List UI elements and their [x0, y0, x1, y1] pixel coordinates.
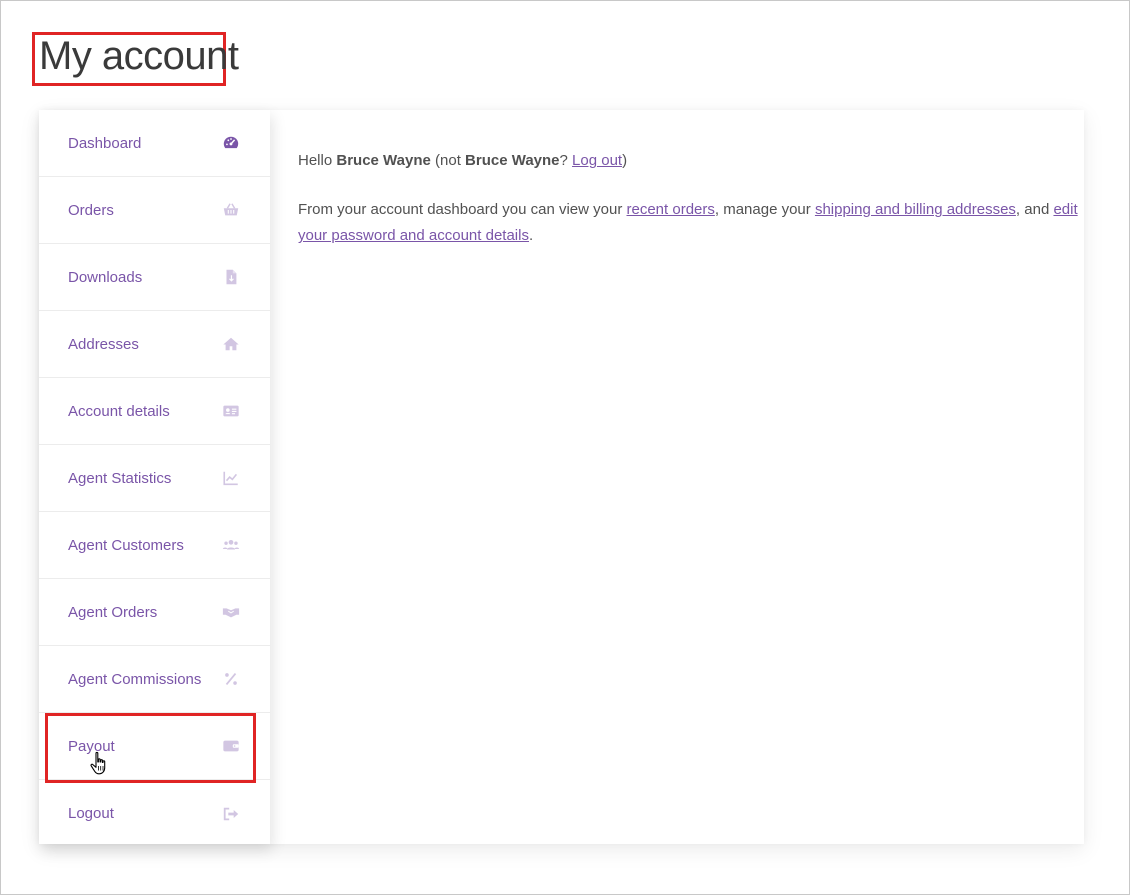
nav-item-label: Agent Commissions	[68, 670, 202, 688]
users-icon	[221, 535, 241, 555]
nav-item-label: Account details	[68, 402, 170, 420]
description-text: .	[528, 227, 534, 244]
nav-item-label: Dashboard	[68, 134, 142, 152]
description-text: , manage your	[714, 201, 815, 218]
close-paren: )	[622, 152, 628, 169]
basket-icon	[221, 200, 241, 220]
user-name: Bruce Wayne	[336, 152, 431, 169]
page-title: My account	[39, 34, 239, 78]
sign-out-icon	[221, 804, 241, 824]
hand-pointer-cursor-icon	[89, 751, 111, 777]
recent-orders-link[interactable]: recent orders	[627, 201, 715, 218]
nav-item-agent-statistics[interactable]: Agent Statistics	[39, 445, 270, 512]
nav-item-label: Addresses	[68, 335, 139, 353]
description-text: , and	[1015, 201, 1054, 218]
nav-item-orders[interactable]: Orders	[39, 177, 270, 244]
nav-item-addresses[interactable]: Addresses	[39, 311, 270, 378]
logout-link[interactable]: Log out	[572, 152, 622, 169]
nav-item-logout[interactable]: Logout	[39, 780, 270, 847]
payout-highlight-box	[45, 713, 256, 783]
nav-item-agent-commissions[interactable]: Agent Commissions	[39, 646, 270, 713]
greeting-prefix: Hello	[298, 152, 337, 169]
nav-item-agent-customers[interactable]: Agent Customers	[39, 512, 270, 579]
question-mark: ?	[559, 152, 573, 169]
nav-item-label: Orders	[68, 201, 114, 219]
greeting-text: Hello Bruce Wayne (not Bruce Wayne? Log …	[298, 148, 1078, 174]
not-user-name: Bruce Wayne	[465, 152, 560, 169]
description-text: From your account dashboard you can view…	[298, 201, 627, 218]
nav-item-account-details[interactable]: Account details	[39, 378, 270, 445]
account-content: Hello Bruce Wayne (not Bruce Wayne? Log …	[298, 148, 1078, 272]
chart-line-icon	[221, 468, 241, 488]
addresses-link[interactable]: shipping and billing addresses	[815, 201, 1016, 218]
nav-item-label: Downloads	[68, 268, 143, 286]
handshake-icon	[221, 602, 241, 622]
dashboard-gauge-icon	[221, 133, 241, 153]
nav-item-label: Agent Statistics	[68, 469, 172, 487]
not-prefix: (not	[430, 152, 466, 169]
percent-icon	[221, 669, 241, 689]
nav-item-agent-orders[interactable]: Agent Orders	[39, 579, 270, 646]
nav-item-label: Logout	[68, 805, 114, 822]
nav-item-label: Agent Orders	[68, 603, 158, 621]
nav-item-dashboard[interactable]: Dashboard	[39, 110, 270, 177]
nav-item-label: Agent Customers	[68, 536, 184, 554]
home-icon	[221, 334, 241, 354]
nav-item-downloads[interactable]: Downloads	[39, 244, 270, 311]
dashboard-description: From your account dashboard you can view…	[298, 197, 1078, 249]
file-download-icon	[221, 267, 241, 287]
id-card-icon	[221, 401, 241, 421]
